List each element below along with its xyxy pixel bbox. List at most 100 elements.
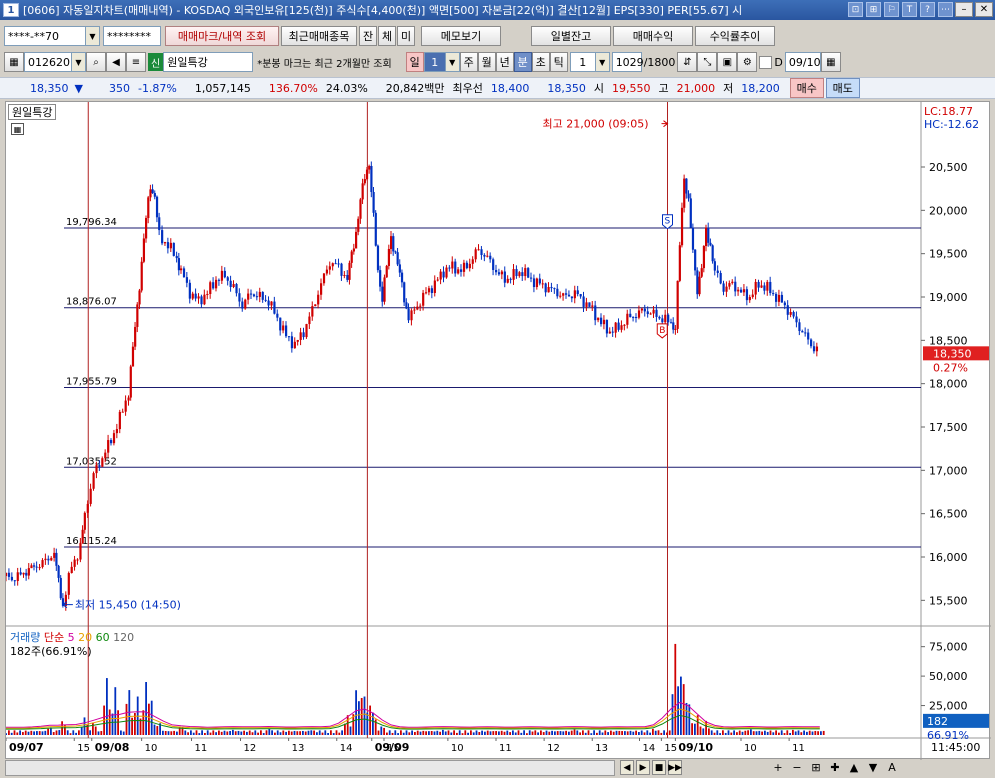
volume-bar (685, 702, 688, 735)
close-icon[interactable]: ✕ (975, 2, 993, 17)
volume-bar (276, 730, 279, 735)
fit-icon[interactable]: ⊞ (808, 760, 824, 775)
candle-body (465, 262, 469, 269)
volume-bar (380, 726, 383, 735)
chart-type-icon[interactable]: ⇵ (677, 52, 698, 72)
tab-week[interactable]: 주 (459, 52, 478, 72)
trade-profit-button[interactable]: 매매수익 (613, 26, 693, 46)
stock-code-input[interactable]: 012620 (24, 52, 72, 72)
candle-body (394, 251, 397, 253)
candle-body (685, 178, 688, 194)
candle-body (807, 332, 810, 340)
tab-minute[interactable]: 분 (513, 52, 532, 72)
volume-bar (663, 730, 665, 735)
reference-line-label: 19,796.34 (66, 217, 117, 228)
tab-che[interactable]: 체 (378, 26, 396, 46)
date-field[interactable]: 09/10 (784, 52, 821, 72)
memo-button[interactable]: 메모보기 (421, 26, 501, 46)
grid-icon[interactable]: ▦ (4, 52, 24, 72)
horizontal-scrollbar[interactable] (5, 760, 615, 776)
tab-jan[interactable]: 잔 (359, 26, 377, 46)
volume-bar (646, 730, 649, 735)
crosshair-icon[interactable]: ✚ (827, 760, 843, 775)
volume-bar (335, 730, 338, 735)
candle-body (50, 557, 53, 561)
candle-body (702, 246, 706, 269)
daily-balance-button[interactable]: 일별잔고 (531, 26, 611, 46)
candle-body (707, 227, 710, 243)
volume-bar (27, 731, 30, 735)
tab-day[interactable]: 일 (405, 52, 424, 72)
fast-forward-icon[interactable]: ▶▶ (668, 760, 682, 775)
table-icon[interactable]: ▦ (11, 123, 24, 135)
save-icon[interactable]: ▣ (717, 52, 738, 72)
interval-dropdown-icon[interactable]: ▼ (595, 52, 610, 72)
draw-tool-icon[interactable]: ⤡ (697, 52, 718, 72)
volume-bar (405, 730, 408, 735)
y-tick-label: 18,000 (929, 378, 968, 391)
sound-icon[interactable]: ◀ (106, 52, 126, 72)
volume-bar (565, 730, 567, 735)
chart-panel[interactable]: 20,500 20,000 19,500 19,000 18,500 18,000 17,5… (5, 101, 991, 760)
high-value: 21,000 (676, 81, 716, 95)
sell-button[interactable]: 매도 (825, 78, 860, 98)
link-icon[interactable]: ⊡ (848, 2, 863, 17)
help-icon[interactable]: ? (920, 2, 935, 17)
gear-icon[interactable]: ⚙ (737, 52, 758, 72)
volume-bar (643, 732, 646, 735)
candle-body (585, 302, 588, 307)
font-size-icon[interactable]: A (884, 760, 900, 775)
interval-field[interactable]: 1 (569, 52, 596, 72)
candle-body (241, 301, 244, 309)
candle-body (468, 263, 471, 269)
recent-trades-button[interactable]: 최근매매종목 (281, 26, 357, 46)
buy-button[interactable]: 매수 (789, 78, 824, 98)
font-icon[interactable]: T (902, 2, 917, 17)
best-ask-label: 최우선 (452, 82, 483, 95)
account-dropdown-icon[interactable]: ▼ (86, 26, 100, 46)
checkbox[interactable] (759, 55, 773, 69)
tab-tick[interactable]: 틱 (549, 52, 568, 72)
return-trend-button[interactable]: 수익률추이 (695, 26, 775, 46)
period-dropdown-icon[interactable]: ▼ (445, 52, 460, 72)
settings-icon[interactable]: ⋯ (938, 2, 953, 17)
candle-body (279, 317, 282, 331)
candlestick-chart[interactable]: 20,500 20,000 19,500 19,000 18,500 18,000 17,5… (6, 102, 991, 760)
zoom-out-icon[interactable]: − (789, 760, 805, 775)
code-dropdown-icon[interactable]: ▼ (72, 52, 86, 72)
candle-body (244, 299, 247, 309)
volume-bar (187, 732, 189, 735)
layout-icon[interactable]: ⊞ (866, 2, 881, 17)
tab-mi[interactable]: 미 (397, 26, 415, 46)
pin-icon[interactable]: ⚐ (884, 2, 899, 17)
trade-mark-button[interactable]: 매매마크/내역 조회 (165, 26, 279, 46)
candle-body (285, 325, 288, 337)
zoom-in-icon[interactable]: + (770, 760, 786, 775)
tab-second[interactable]: 초 (531, 52, 550, 72)
candle-body (541, 283, 544, 285)
candle-body (611, 331, 614, 333)
minimize-icon[interactable]: – (955, 2, 973, 17)
tab-month[interactable]: 월 (477, 52, 496, 72)
stop-icon[interactable]: ■ (652, 760, 666, 775)
candle-body (649, 313, 652, 315)
password-field[interactable]: ******** (103, 26, 161, 46)
volume-bar (358, 701, 360, 735)
candle-body (629, 313, 632, 318)
nav-down-icon[interactable]: ▼ (865, 760, 881, 775)
nav-up-icon[interactable]: ▲ (846, 760, 862, 775)
period-count[interactable]: 1 (423, 52, 446, 72)
scroll-left-icon[interactable]: ◀ (620, 760, 634, 775)
search-icon[interactable]: ⌕ (86, 52, 106, 72)
tab-year[interactable]: 년 (495, 52, 514, 72)
calendar-icon[interactable]: ▦ (820, 52, 841, 72)
volume-bar (6, 733, 7, 735)
list-icon[interactable]: ≡ (126, 52, 146, 72)
account-field[interactable]: ****-**70 (4, 26, 86, 46)
change-value: 350 (108, 81, 130, 95)
candle-body (676, 280, 679, 329)
volume-bar (97, 731, 100, 735)
play-icon[interactable]: ▶ (636, 760, 650, 775)
bars-count-field[interactable]: 1029 (611, 52, 644, 72)
volume-bar (820, 731, 822, 735)
